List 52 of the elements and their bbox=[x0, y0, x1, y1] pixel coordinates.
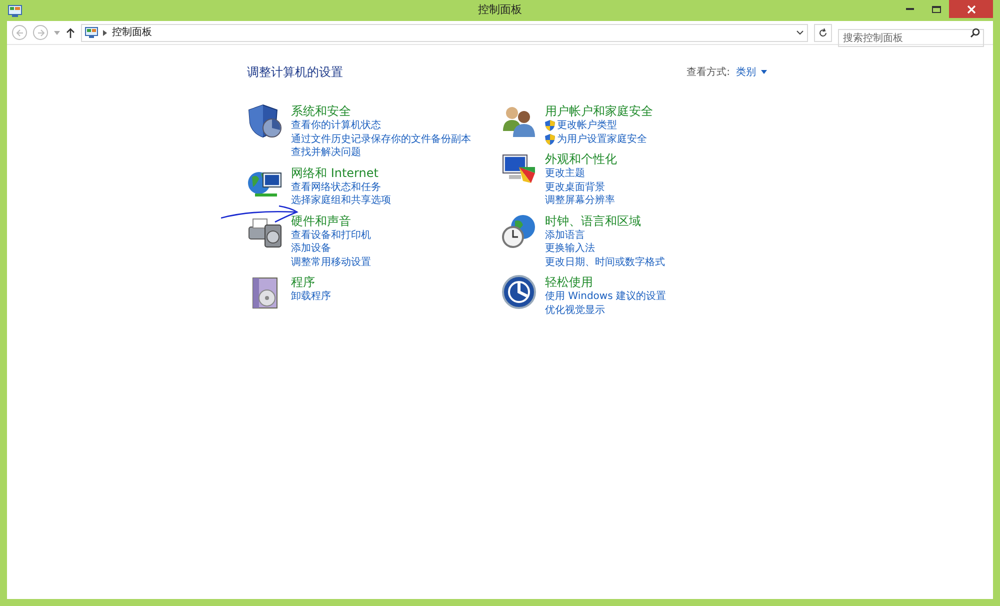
shield-icon bbox=[247, 103, 283, 139]
task-link[interactable]: 调整常用移动设置 bbox=[291, 256, 371, 269]
globe-clock-icon bbox=[501, 212, 537, 248]
task-link[interactable]: 查找并解决问题 bbox=[291, 146, 361, 160]
window-title: 控制面板 bbox=[478, 2, 522, 18]
category-link[interactable]: 外观和个性化 bbox=[545, 151, 617, 167]
refresh-icon bbox=[818, 28, 828, 38]
category-link[interactable]: 用户帐户和家庭安全 bbox=[545, 103, 653, 119]
control-panel-icon bbox=[85, 27, 98, 38]
close-icon bbox=[966, 4, 976, 14]
page-heading: 调整计算机的设置 bbox=[247, 64, 343, 81]
task-link[interactable]: 使用 Windows 建议的设置 bbox=[545, 290, 666, 304]
category-link[interactable]: 轻松使用 bbox=[545, 274, 666, 290]
uac-shield-icon bbox=[545, 120, 555, 132]
view-by-dropdown[interactable]: 类别 bbox=[736, 64, 767, 80]
address-bar[interactable]: 控制面板 bbox=[81, 24, 808, 42]
task-link[interactable]: 更改桌面背景 bbox=[545, 180, 605, 194]
task-link[interactable]: 更换输入法 bbox=[545, 242, 595, 256]
breadcrumb-caret-icon bbox=[103, 30, 107, 36]
category-link[interactable]: 网络和 Internet bbox=[291, 164, 391, 180]
task-link[interactable]: 查看你的计算机状态 bbox=[291, 119, 381, 132]
back-arrow-icon bbox=[16, 28, 24, 36]
accessibility-icon bbox=[501, 274, 537, 310]
dropdown-caret-icon bbox=[761, 70, 767, 74]
category-link[interactable]: 时钟、语言和区域 bbox=[545, 212, 665, 228]
chevron-down-icon[interactable] bbox=[796, 30, 804, 35]
task-link[interactable]: 查看设备和打印机 bbox=[291, 228, 371, 242]
breadcrumb-item[interactable]: 控制面板 bbox=[112, 25, 152, 40]
task-link[interactable]: 调整屏幕分辨率 bbox=[545, 194, 615, 208]
task-link[interactable]: 查看网络状态和任务 bbox=[291, 180, 381, 194]
task-link[interactable]: 卸载程序 bbox=[291, 290, 331, 304]
task-link[interactable]: 添加设备 bbox=[291, 242, 331, 256]
task-link[interactable]: 优化视觉显示 bbox=[545, 304, 605, 317]
forward-arrow-icon bbox=[36, 28, 44, 36]
view-by-label: 查看方式: bbox=[686, 66, 730, 80]
uac-shield-icon bbox=[545, 134, 555, 145]
search-icon[interactable] bbox=[970, 28, 980, 38]
up-arrow-icon[interactable] bbox=[66, 28, 75, 38]
task-link[interactable]: 更改日期、时间或数字格式 bbox=[545, 256, 665, 269]
category-link[interactable]: 硬件和声音 bbox=[291, 212, 371, 228]
close-button[interactable] bbox=[949, 0, 993, 18]
refresh-button[interactable] bbox=[814, 24, 832, 42]
task-link[interactable]: 更改主题 bbox=[545, 167, 585, 180]
control-panel-icon bbox=[8, 4, 22, 16]
task-link[interactable]: 通过文件历史记录保存你的文件备份副本 bbox=[291, 132, 471, 146]
task-link[interactable]: 为用户设置家庭安全 bbox=[557, 132, 647, 146]
task-link[interactable]: 添加语言 bbox=[545, 228, 585, 242]
category-link[interactable]: 程序 bbox=[291, 274, 331, 290]
category-link[interactable]: 系统和安全 bbox=[291, 103, 471, 119]
task-link[interactable]: 选择家庭组和共享选项 bbox=[291, 194, 391, 208]
search-field[interactable]: 搜索控制面板 bbox=[838, 29, 984, 47]
task-link[interactable]: 更改帐户类型 bbox=[557, 119, 617, 132]
